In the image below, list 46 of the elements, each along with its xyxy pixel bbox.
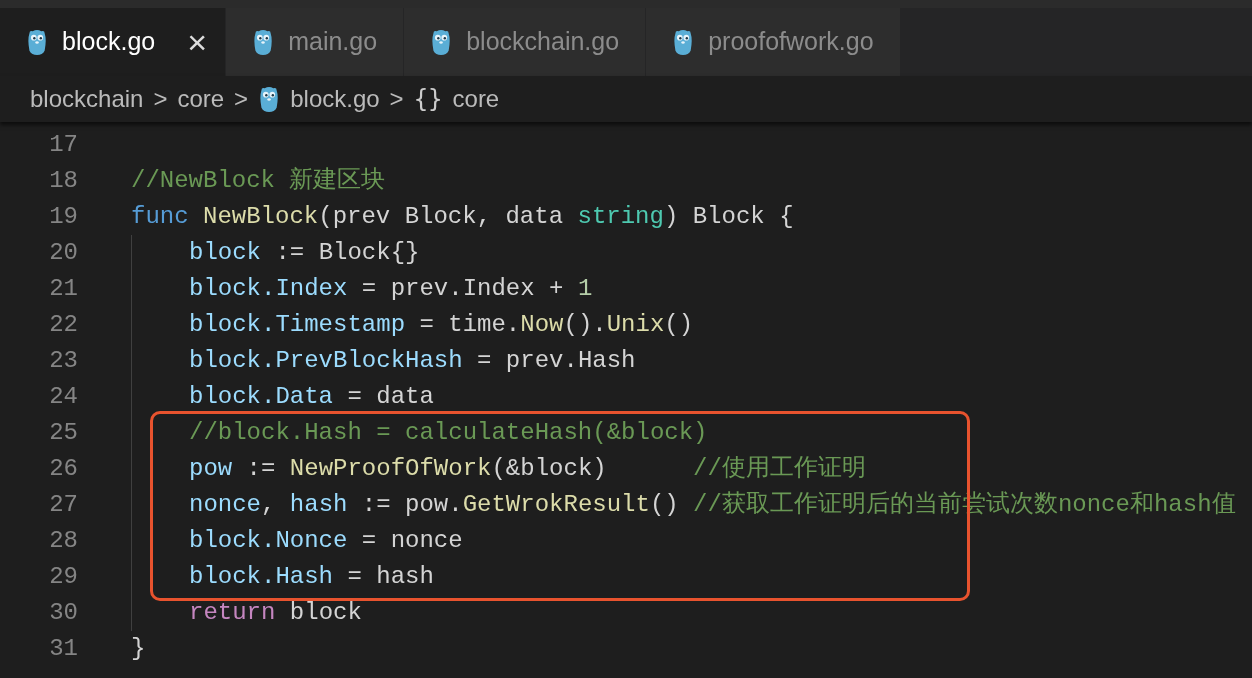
- code-line: block.Hash = hash: [131, 559, 434, 595]
- line-number: 28: [48, 526, 78, 556]
- code-line: block := Block{}: [131, 235, 420, 271]
- line-number: 31: [48, 634, 78, 664]
- close-icon[interactable]: ×: [187, 25, 208, 59]
- breadcrumb-separator: >: [389, 84, 404, 114]
- code-line: //NewBlock 新建区块: [131, 166, 386, 196]
- code-line: block.PrevBlockHash = prev.Hash: [131, 343, 636, 379]
- line-number: 21: [48, 274, 78, 304]
- editor-tab[interactable]: proofofwork.go: [646, 8, 901, 76]
- line-number: 23: [48, 346, 78, 376]
- line-number: 25: [48, 418, 78, 448]
- line-number: 18: [48, 166, 78, 196]
- file-type-icon: [252, 29, 275, 55]
- code-line: block.Nonce = nonce: [131, 523, 463, 559]
- code-line: }: [131, 634, 146, 664]
- code-line: func NewBlock(prev Block, data string) Block {: [131, 202, 794, 232]
- line-number: 20: [48, 238, 78, 268]
- code-line: block.Timestamp = time.Now().Unix(): [131, 307, 694, 343]
- line-number: 30: [48, 598, 78, 628]
- breadcrumb-item[interactable]: blockchain: [30, 81, 144, 117]
- breadcrumb-separator: >: [234, 84, 249, 114]
- line-number: 22: [48, 310, 78, 340]
- line-number: 27: [48, 490, 78, 520]
- symbol-icon: {}: [413, 81, 443, 117]
- line-number: 17: [48, 130, 78, 160]
- line-number: 26: [48, 454, 78, 484]
- breadcrumb-item[interactable]: block.go: [290, 81, 380, 117]
- file-type-icon: [430, 29, 453, 55]
- file-type-icon: [26, 29, 49, 55]
- file-type-icon: [258, 86, 281, 112]
- code-line: //block.Hash = calculateHash(&block): [131, 415, 708, 451]
- code-line: block.Index = prev.Index + 1: [131, 271, 593, 307]
- file-type-icon: [672, 29, 695, 55]
- code-line: block.Data = data: [131, 379, 434, 415]
- editor-tab[interactable]: main.go: [226, 8, 405, 76]
- line-number: 29: [48, 562, 78, 592]
- code-line: pow := NewProofOfWork(&block) //使用工作证明: [131, 451, 866, 487]
- line-number: 24: [48, 382, 78, 412]
- breadcrumb-item[interactable]: core: [177, 81, 225, 117]
- breadcrumb-separator: >: [153, 84, 168, 114]
- breadcrumb-item[interactable]: core: [452, 81, 500, 117]
- code-line: return block: [131, 595, 362, 631]
- line-number: 19: [48, 202, 78, 232]
- editor-tab[interactable]: block.go ×: [0, 8, 227, 76]
- editor-tab[interactable]: blockchain.go: [404, 8, 647, 76]
